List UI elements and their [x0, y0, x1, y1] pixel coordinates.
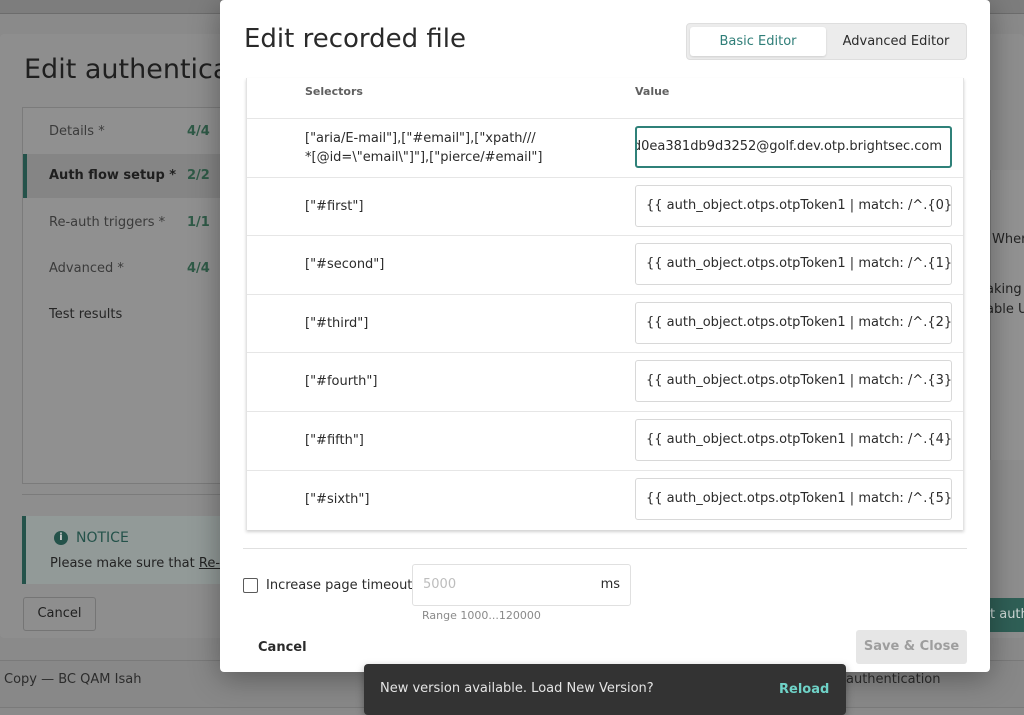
background-notice: i NOTICE Please make sure that Re-a: [22, 516, 228, 584]
table-row: ["#fourth"] {{ auth_object.otps.otpToken…: [247, 352, 963, 411]
background-right-text: aking: [986, 282, 1022, 297]
step-count: 4/4: [187, 261, 210, 276]
selector-text: ["#sixth"]: [305, 491, 370, 507]
value-input[interactable]: {{ auth_object.otps.otpToken1 | match: /…: [635, 301, 952, 344]
step-label: Re-auth triggers *: [49, 215, 166, 230]
cancel-button[interactable]: Cancel: [258, 640, 307, 655]
timeout-input[interactable]: 5000 ms: [412, 564, 631, 606]
table-row: ["#sixth"] {{ auth_object.otps.otpToken1…: [247, 469, 963, 529]
table-row: ["#first"] {{ auth_object.otps.otpToken1…: [247, 176, 963, 236]
value-input[interactable]: d0ea381db9d3252@golf.dev.otp.brightsec.c…: [635, 126, 952, 168]
timeout-range-hint: Range 1000...120000: [422, 609, 541, 622]
table-row: ["#fifth"] {{ auth_object.otps.otpToken1…: [247, 411, 963, 470]
step-advanced[interactable]: Advanced * 4/4: [23, 247, 223, 291]
background-right-text: Wher: [992, 232, 1024, 247]
value-input[interactable]: {{ auth_object.otps.otpToken1 | match: /…: [635, 243, 952, 286]
modal-divider: [243, 548, 967, 549]
selector-line: *[@id=\"email\"]"],["pierce/#email"]: [305, 150, 543, 165]
advanced-editor-tab[interactable]: Advanced Editor: [828, 27, 964, 56]
table-row: ["#second"] {{ auth_object.otps.otpToken…: [247, 235, 963, 294]
step-auth-flow-setup[interactable]: Auth flow setup * 2/2: [23, 154, 223, 198]
increase-timeout-checkbox[interactable]: [243, 578, 258, 593]
value-input[interactable]: {{ auth_object.otps.otpToken1 | match: /…: [635, 419, 952, 461]
step-details[interactable]: Details * 4/4: [23, 110, 223, 154]
column-header-value: Value: [635, 85, 670, 98]
column-header-selectors: Selectors: [305, 85, 363, 98]
background-list-row-type: authentication: [846, 672, 941, 687]
background-dialog-title: Edit authenticat: [24, 54, 241, 85]
value-text: d0ea381db9d3252@golf.dev.otp.brightsec.c…: [635, 139, 942, 154]
background-list-row-name: Copy — BC QAM Isah: [4, 672, 142, 687]
background-right-text: able U: [986, 302, 1024, 317]
editor-toggle: Basic Editor Advanced Editor: [686, 23, 967, 60]
selector-text: ["#second"]: [305, 257, 385, 273]
modal-title: Edit recorded file: [244, 24, 467, 54]
notice-text-prefix: Please make sure that: [50, 556, 199, 571]
step-re-auth-triggers[interactable]: Re-auth triggers * 1/1: [23, 201, 223, 245]
value-input[interactable]: {{ auth_object.otps.otpToken1 | match: /…: [635, 360, 952, 403]
selector-text: ["#first"]: [305, 198, 364, 214]
reload-button[interactable]: Reload: [779, 682, 829, 697]
basic-editor-tab[interactable]: Basic Editor: [690, 27, 826, 56]
notice-text: Please make sure that Re-a: [50, 556, 228, 571]
step-label: Auth flow setup *: [49, 168, 177, 183]
selector-text: ["#third"]: [305, 315, 369, 331]
notice-title: NOTICE: [76, 530, 129, 546]
background-divider: [22, 494, 232, 495]
background-cancel-button[interactable]: Cancel: [23, 597, 96, 631]
selector-text: ["#fourth"]: [305, 374, 378, 390]
increase-timeout-label[interactable]: Increase page timeout: [266, 578, 412, 593]
step-label: Advanced *: [49, 261, 124, 276]
value-input[interactable]: {{ auth_object.otps.otpToken1 | match: /…: [635, 184, 952, 227]
selector-text: ["#fifth"]: [305, 433, 364, 448]
background-test-auth-button[interactable]: t auth: [986, 598, 1024, 632]
step-count: 1/1: [187, 215, 210, 230]
selector-text: ["aria/E-mail"],["#email"],["xpath/// *[…: [305, 129, 542, 167]
timeout-placeholder: 5000: [423, 577, 457, 592]
edit-recorded-file-modal: Edit recorded file Basic Editor Advanced…: [220, 0, 990, 672]
selector-line: ["aria/E-mail"],["#email"],["xpath///: [305, 131, 536, 146]
selectors-table: Selectors Value ["aria/E-mail"],["#email…: [246, 78, 964, 530]
step-label: Test results: [49, 307, 123, 322]
table-row: ["#third"] {{ auth_object.otps.otpToken1…: [247, 293, 963, 353]
new-version-snackbar: New version available. Load New Version?…: [364, 664, 846, 715]
background-step-list: Details * 4/4 Auth flow setup * 2/2 Re-a…: [22, 107, 232, 484]
timeout-unit: ms: [600, 577, 620, 592]
value-input[interactable]: {{ auth_object.otps.otpToken1 | match: /…: [635, 477, 952, 520]
step-test-results[interactable]: Test results: [23, 293, 223, 337]
step-label: Details *: [49, 124, 105, 139]
step-count: 4/4: [187, 124, 210, 139]
snackbar-message: New version available. Load New Version?: [380, 681, 654, 696]
step-count: 2/2: [187, 168, 210, 183]
info-icon: i: [54, 531, 68, 545]
save-close-button[interactable]: Save & Close: [856, 630, 967, 664]
table-row: ["aria/E-mail"],["#email"],["xpath/// *[…: [247, 118, 963, 177]
